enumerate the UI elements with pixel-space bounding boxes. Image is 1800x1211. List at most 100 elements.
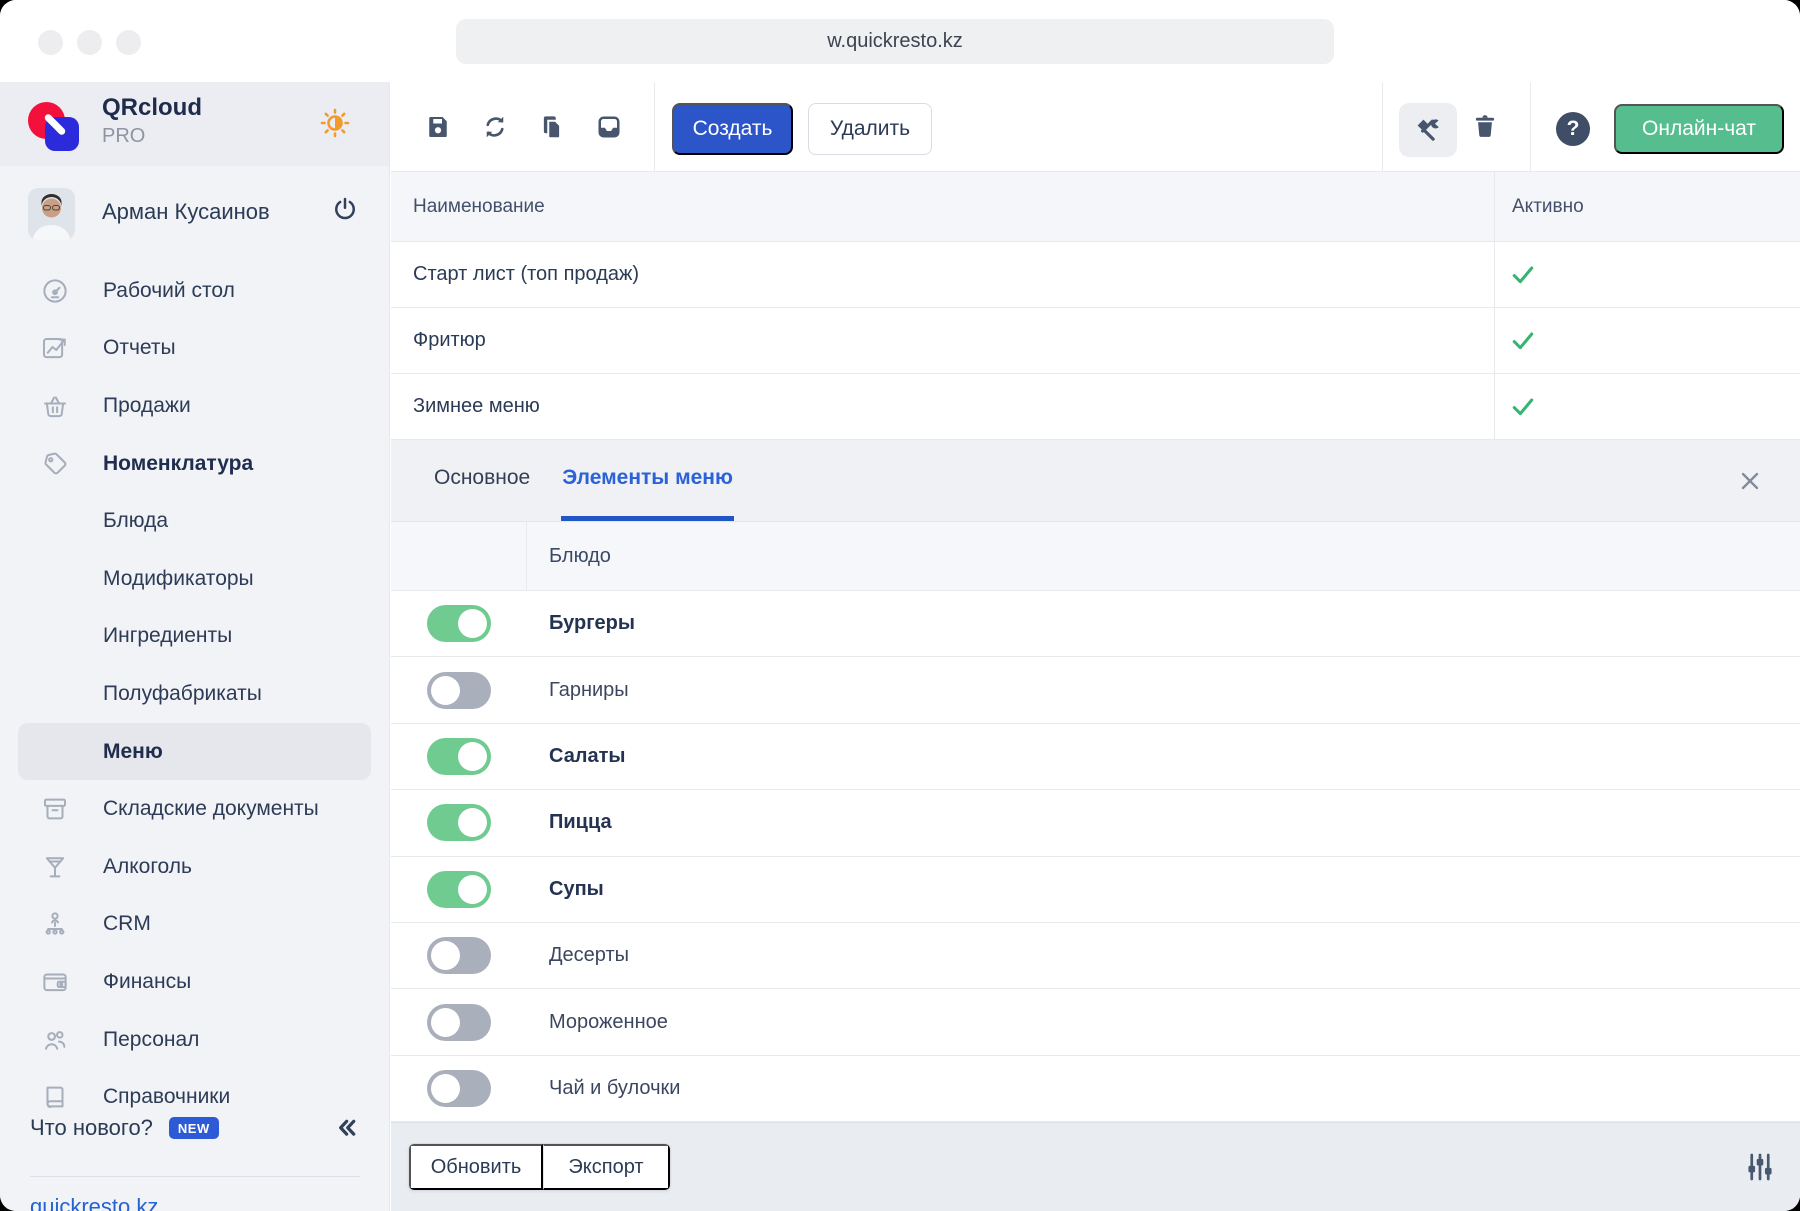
new-badge: NEW bbox=[169, 1117, 219, 1139]
enable-toggle[interactable] bbox=[427, 871, 491, 908]
sidebar-item-номенклатура[interactable]: Номенклатура bbox=[18, 435, 371, 493]
column-header-dish: Блюдо bbox=[391, 545, 611, 568]
dish-row: Мороженное bbox=[391, 989, 1800, 1055]
whats-new-label[interactable]: Что нового? bbox=[30, 1115, 153, 1141]
url-bar[interactable]: w.quickresto.kz bbox=[456, 19, 1334, 64]
trash-icon[interactable] bbox=[1469, 110, 1501, 142]
enable-toggle[interactable] bbox=[427, 937, 491, 974]
crm-icon bbox=[40, 909, 70, 939]
user-row[interactable]: Арман Кусаинов bbox=[0, 178, 389, 258]
sidebar-divider bbox=[30, 1176, 360, 1177]
qrcloud-logo bbox=[28, 102, 82, 152]
toggle-knob bbox=[458, 808, 487, 837]
site-link[interactable]: quickresto.kz bbox=[30, 1194, 158, 1211]
sidebar-item-продажи[interactable]: Продажи bbox=[18, 377, 371, 435]
enable-toggle[interactable] bbox=[427, 605, 491, 642]
double-chevron-left-icon[interactable] bbox=[330, 1112, 362, 1144]
sidebar-item-label: Ингредиенты bbox=[103, 624, 232, 648]
panel-footer: Обновить Экспорт bbox=[391, 1122, 1800, 1211]
create-button[interactable]: Создать bbox=[672, 103, 793, 155]
dish-row: Десерты bbox=[391, 923, 1800, 989]
sidebar-item-отчеты[interactable]: Отчеты bbox=[18, 320, 371, 378]
dish-table-header: Блюдо bbox=[391, 522, 1800, 591]
alcohol-icon bbox=[40, 852, 70, 882]
sidebar-item-меню[interactable]: Меню bbox=[18, 723, 371, 781]
sidebar-item-ингредиенты[interactable]: Ингредиенты bbox=[18, 608, 371, 666]
toggle-knob bbox=[431, 1074, 460, 1103]
refresh-icon[interactable] bbox=[480, 112, 510, 142]
whats-new-row[interactable]: Что нового? NEW bbox=[30, 1106, 219, 1150]
sidebar-item-label: Складские документы bbox=[103, 797, 319, 821]
tab-элементы-меню[interactable]: Элементы меню bbox=[561, 440, 734, 521]
enable-toggle[interactable] bbox=[427, 738, 491, 775]
sun-contrast-icon[interactable] bbox=[318, 106, 352, 140]
enable-toggle[interactable] bbox=[427, 672, 491, 709]
finance-icon bbox=[40, 967, 70, 997]
sliders-icon[interactable] bbox=[1742, 1149, 1778, 1185]
dish-row: Супы bbox=[391, 857, 1800, 923]
power-icon[interactable] bbox=[330, 194, 360, 224]
sidebar-item-рабочий-стол[interactable]: Рабочий стол bbox=[18, 262, 371, 320]
check-icon bbox=[1509, 327, 1537, 355]
table-row[interactable]: Старт лист (топ продаж) bbox=[391, 242, 1800, 308]
enable-toggle[interactable] bbox=[427, 1070, 491, 1107]
enable-toggle[interactable] bbox=[427, 1004, 491, 1041]
warehouse-icon bbox=[40, 794, 70, 824]
toggle-knob bbox=[431, 941, 460, 970]
delete-button[interactable]: Удалить bbox=[808, 103, 932, 155]
traffic-light-dot[interactable] bbox=[77, 30, 102, 55]
url-text: w.quickresto.kz bbox=[827, 30, 963, 53]
table-header: Наименование Активно bbox=[391, 172, 1800, 242]
column-header-name: Наименование bbox=[391, 196, 545, 218]
enable-toggle[interactable] bbox=[427, 804, 491, 841]
tab-label: Основное bbox=[434, 466, 530, 490]
sidebar-item-финансы[interactable]: Финансы bbox=[18, 953, 371, 1011]
tab-основное[interactable]: Основное bbox=[433, 440, 531, 521]
sidebar: QRcloud PRO Арман Кусаинов bbox=[0, 82, 390, 1211]
browser-chrome: w.quickresto.kz bbox=[0, 0, 1800, 82]
toolbar-divider bbox=[1382, 82, 1383, 172]
check-icon bbox=[1509, 261, 1537, 289]
sidebar-item-складские-документы[interactable]: Складские документы bbox=[18, 780, 371, 838]
sidebar-item-label: Номенклатура bbox=[103, 452, 253, 476]
toggle-knob bbox=[458, 609, 487, 638]
sidebar-item-label: Финансы bbox=[103, 970, 191, 994]
sidebar-item-crm[interactable]: CRM bbox=[18, 896, 371, 954]
dish-row: Гарниры bbox=[391, 657, 1800, 723]
tools-icon[interactable] bbox=[1399, 103, 1457, 157]
sidebar-item-алкоголь[interactable]: Алкоголь bbox=[18, 838, 371, 896]
help-icon[interactable]: ? bbox=[1556, 112, 1590, 146]
sidebar-item-label: Блюда bbox=[103, 509, 168, 533]
app-window: w.quickresto.kz QRcloud PRO bbox=[0, 0, 1800, 1211]
sales-icon bbox=[40, 391, 70, 421]
traffic-light-dot[interactable] bbox=[38, 30, 63, 55]
sidebar-item-персонал[interactable]: Персонал bbox=[18, 1011, 371, 1069]
sidebar-item-label: Полуфабрикаты bbox=[103, 682, 262, 706]
copy-icon[interactable] bbox=[537, 112, 567, 142]
export-button[interactable]: Экспорт bbox=[543, 1144, 670, 1190]
dish-name: Пицца bbox=[391, 811, 612, 834]
toolbar: Создать Удалить ? Онлайн-чат bbox=[391, 82, 1800, 172]
sidebar-item-модификаторы[interactable]: Модификаторы bbox=[18, 550, 371, 608]
inbox-icon[interactable] bbox=[594, 112, 624, 142]
toggle-knob bbox=[458, 875, 487, 904]
sidebar-item-label: CRM bbox=[103, 912, 151, 936]
toolbar-divider bbox=[654, 82, 655, 172]
traffic-light-dot[interactable] bbox=[116, 30, 141, 55]
toggle-knob bbox=[431, 676, 460, 705]
refresh-button[interactable]: Обновить bbox=[409, 1144, 543, 1190]
save-icon[interactable] bbox=[423, 112, 453, 142]
sidebar-item-блюда[interactable]: Блюда bbox=[18, 492, 371, 550]
dish-name: Супы bbox=[391, 878, 604, 901]
staff-icon bbox=[40, 1025, 70, 1055]
sidebar-item-полуфабрикаты[interactable]: Полуфабрикаты bbox=[18, 665, 371, 723]
dish-row: Чай и булочки bbox=[391, 1056, 1800, 1122]
close-icon[interactable] bbox=[1736, 467, 1764, 495]
table-row[interactable]: Фритюр bbox=[391, 308, 1800, 374]
online-chat-button[interactable]: Онлайн-чат bbox=[1614, 104, 1784, 154]
dish-rows: Бургеры Гарниры Салаты Пицца bbox=[391, 591, 1800, 1122]
table-row[interactable]: Зимнее меню bbox=[391, 374, 1800, 440]
footer-button-group: Обновить Экспорт bbox=[408, 1143, 671, 1191]
sidebar-item-label: Меню bbox=[103, 740, 163, 764]
sidebar-item-label: Модификаторы bbox=[103, 567, 254, 591]
